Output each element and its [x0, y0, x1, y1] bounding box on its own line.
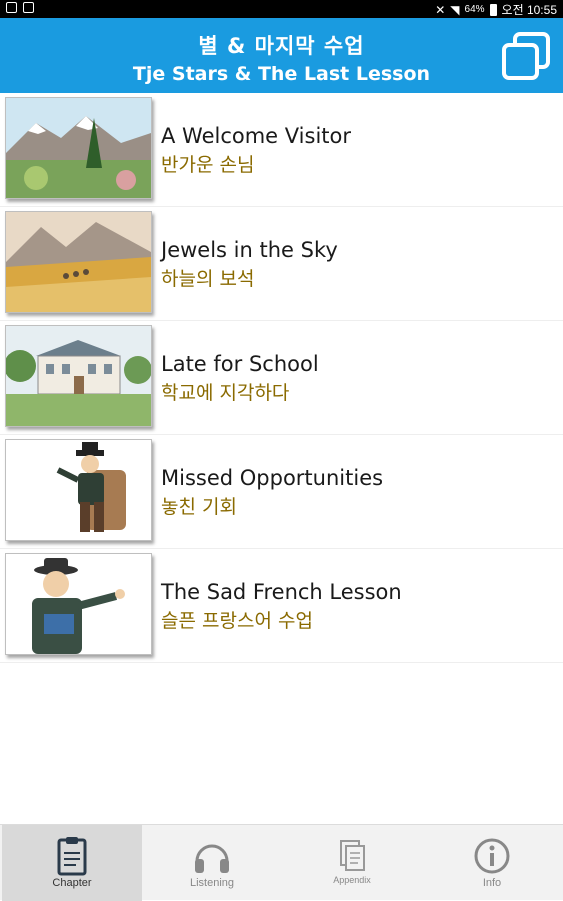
pages-icon: [332, 835, 372, 877]
chapter-title-english: Late for School: [161, 352, 319, 376]
chapter-title-korean: 슬픈 프랑스어 수업: [161, 610, 313, 632]
chapter-title-korean: 하늘의 보석: [161, 268, 255, 290]
wifi-icon: ◥: [450, 2, 460, 17]
tab-label: Appendix: [333, 875, 371, 885]
tab-listening[interactable]: Listening: [142, 825, 282, 901]
chapter-title-english: Jewels in the Sky: [161, 238, 338, 262]
chapter-thumbnail: [5, 439, 152, 541]
chapter-row[interactable]: The Sad French Lesson 슬픈 프랑스어 수업: [0, 549, 563, 663]
tab-label: Chapter: [52, 877, 92, 889]
chapter-row[interactable]: Missed Opportunities 놓친 기회: [0, 435, 563, 549]
battery-icon: [489, 3, 497, 16]
chapter-row[interactable]: Jewels in the Sky 하늘의 보석: [0, 207, 563, 321]
chapter-thumbnail: [5, 211, 152, 313]
tab-info[interactable]: Info: [422, 825, 562, 901]
chapter-thumbnail: [5, 97, 152, 199]
chapter-title-english: Missed Opportunities: [161, 466, 384, 490]
clipboard-icon: [52, 835, 92, 877]
tab-label: Listening: [189, 877, 235, 889]
title-english: Tje Stars & The Last Lesson: [132, 63, 431, 85]
tab-appendix[interactable]: Appendix: [282, 825, 422, 901]
chapter-thumbnail: [5, 553, 152, 655]
chapter-title-korean: 학교에 지각하다: [161, 382, 290, 404]
tab-label: Info: [482, 877, 502, 889]
status-bar: ✕ ◥ 64% 오전 10:55: [0, 0, 563, 18]
image-icon: [6, 2, 17, 13]
chapter-title-english: The Sad French Lesson: [161, 580, 402, 604]
chapter-row[interactable]: Late for School 학교에 지각하다: [0, 321, 563, 435]
bottom-tab-bar: Chapter Listening Appendix Info: [0, 824, 563, 901]
chapter-title-english: A Welcome Visitor: [161, 124, 352, 148]
headphones-icon: [192, 835, 232, 877]
app-header: 별 & 마지막 수업 Tje Stars & The Last Lesson: [0, 18, 563, 93]
copy-icon[interactable]: [501, 31, 551, 81]
clock: 오전 10:55: [501, 3, 557, 17]
tab-chapter[interactable]: Chapter: [2, 825, 142, 901]
chapter-title-korean: 반가운 손님: [161, 154, 255, 176]
bag-icon: [23, 2, 34, 13]
info-icon: [472, 835, 512, 877]
chapter-thumbnail: [5, 325, 152, 427]
chapter-list: A Welcome Visitor 반가운 손님 Jewels in the S…: [0, 93, 563, 663]
battery-percent: 64%: [464, 4, 485, 15]
title-korean: 별 & 마지막 수업: [198, 34, 365, 58]
mute-icon: ✕: [435, 2, 446, 17]
chapter-title-korean: 놓친 기회: [161, 496, 237, 518]
chapter-row[interactable]: A Welcome Visitor 반가운 손님: [0, 93, 563, 207]
